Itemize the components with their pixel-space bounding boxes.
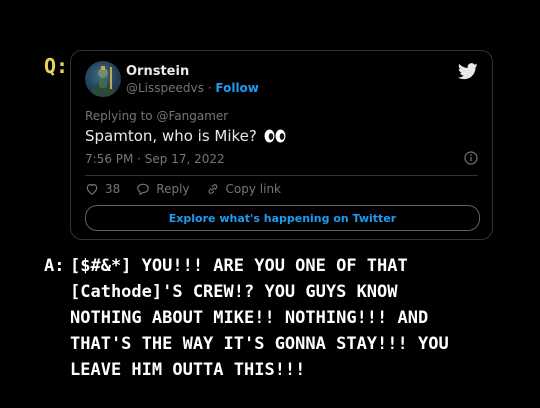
reply-label: Reply xyxy=(156,182,190,196)
avatar[interactable] xyxy=(85,61,121,97)
answer-line: NOTHING ABOUT MIKE!! NOTHING!!! AND xyxy=(70,308,429,328)
embedded-tweet-card[interactable]: Ornstein @Lisspeedvs · Follow Replying t… xyxy=(70,50,493,240)
eyes-emoji-icon xyxy=(264,129,286,143)
reply-button[interactable]: Reply xyxy=(136,182,190,196)
answer-line: [Cathode]'S CREW!? YOU GUYS KNOW xyxy=(70,282,398,302)
answer-line: THAT'S THE WAY IT'S GONNA STAY!!! YOU xyxy=(70,334,449,354)
explore-twitter-button[interactable]: Explore what's happening on Twitter xyxy=(85,205,480,231)
author-name[interactable]: Ornstein xyxy=(126,64,189,79)
replying-to: Replying to @Fangamer xyxy=(85,109,229,123)
tweet-text: Spamton, who is Mike? xyxy=(85,127,257,145)
divider xyxy=(85,175,478,176)
heart-icon xyxy=(86,184,98,195)
separator-dot: · xyxy=(207,81,212,95)
tweet-actions: 38 Reply Copy link xyxy=(85,182,297,196)
answer-line: LEAVE HIM OUTTA THIS!!! xyxy=(70,360,306,380)
author-handle-line: @Lisspeedvs · Follow xyxy=(126,81,259,95)
twitter-bird-icon[interactable] xyxy=(458,63,478,80)
like-count: 38 xyxy=(105,182,121,196)
copy-link-button[interactable]: Copy link xyxy=(206,182,281,196)
tweet-timestamp[interactable]: 7:56 PM · Sep 17, 2022 xyxy=(85,152,225,166)
follow-link[interactable]: Follow xyxy=(215,81,259,95)
answer-label: A: xyxy=(44,256,65,276)
answer-block: A: [$#&*] YOU!!! ARE YOU ONE OF THAT [Ca… xyxy=(44,253,534,383)
avatar-figure-icon xyxy=(92,66,114,97)
answer-line: [$#&*] YOU!!! ARE YOU ONE OF THAT xyxy=(70,256,408,276)
question-label: Q: xyxy=(44,54,69,78)
info-icon[interactable] xyxy=(464,151,478,165)
like-button[interactable]: 38 xyxy=(85,182,120,196)
link-icon xyxy=(208,184,217,194)
reply-bubble-icon xyxy=(137,183,150,196)
author-handle[interactable]: @Lisspeedvs xyxy=(126,81,204,95)
copy-link-label: Copy link xyxy=(225,182,281,196)
tweet-text-line: Spamton, who is Mike? xyxy=(85,127,286,145)
